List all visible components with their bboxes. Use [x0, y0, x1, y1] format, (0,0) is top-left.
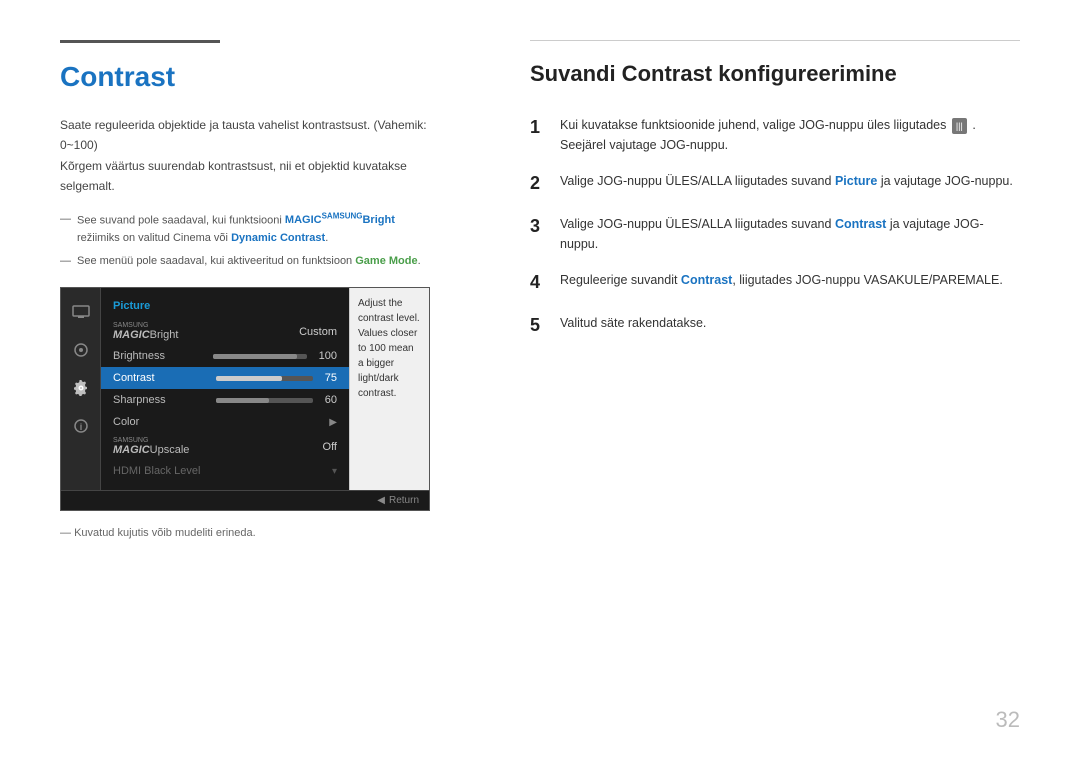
menu-item-hdmi: HDMI Black Level ▾	[101, 460, 349, 482]
step-5: 5 Valitud säte rakendatakse.	[530, 313, 1020, 340]
top-divider-right	[530, 40, 1020, 41]
menu-item-magicupscale: SAMSUNG MAGICUpscale Off	[101, 433, 349, 460]
top-divider-left	[60, 40, 220, 43]
step-2: 2 Valige JOG-nuppu ÜLES/ALLA liigutades …	[530, 171, 1020, 198]
page-number: 32	[996, 707, 1020, 733]
step-4: 4 Reguleerige suvandit Contrast, liiguta…	[530, 270, 1020, 297]
menu-item-magicbright: SAMSUNG MAGICBright Custom	[101, 318, 349, 345]
note-magic-bright: See suvand pole saadaval, kui funktsioon…	[60, 211, 440, 248]
left-column: Contrast Saate reguleerida objektide ja …	[60, 40, 480, 723]
svg-text:i: i	[79, 422, 82, 432]
jog-icon: |||	[952, 118, 967, 134]
menu-item-brightness: Brightness 100	[101, 345, 349, 367]
right-column: Suvandi Contrast konfigureerimine 1 Kui …	[480, 40, 1020, 723]
gear-icon	[69, 376, 93, 400]
circle-icon	[69, 338, 93, 362]
icon-bar: i	[61, 288, 101, 490]
description: Saate reguleerida objektide ja tausta va…	[60, 115, 440, 197]
return-bar: ◀ Return	[61, 490, 429, 510]
section-title: Suvandi Contrast konfigureerimine	[530, 61, 1020, 87]
step-3: 3 Valige JOG-nuppu ÜLES/ALLA liigutades …	[530, 214, 1020, 254]
menu-content: Picture SAMSUNG MAGICBright Custom Brigh…	[101, 288, 349, 490]
page-title: Contrast	[60, 61, 440, 93]
step-1: 1 Kui kuvatakse funktsioonide juhend, va…	[530, 115, 1020, 155]
menu-item-contrast: Contrast 75	[101, 367, 349, 389]
menu-item-color: Color ▶	[101, 411, 349, 433]
monitor-mockup: i Picture SAMSUNG MAGICBright Custom	[60, 287, 430, 511]
menu-item-sharpness: Sharpness 60	[101, 389, 349, 411]
menu-title: Picture	[101, 296, 349, 318]
note-game-mode: See menüü pole saadaval, kui aktiveeritu…	[60, 253, 440, 271]
monitor-icon	[69, 300, 93, 324]
side-description: Adjust the contrast level. Values closer…	[349, 288, 429, 490]
steps-list: 1 Kui kuvatakse funktsioonide juhend, va…	[530, 115, 1020, 339]
caption: Kuvatud kujutis võib mudeliti erineda.	[60, 527, 440, 539]
info-icon: i	[69, 414, 93, 438]
